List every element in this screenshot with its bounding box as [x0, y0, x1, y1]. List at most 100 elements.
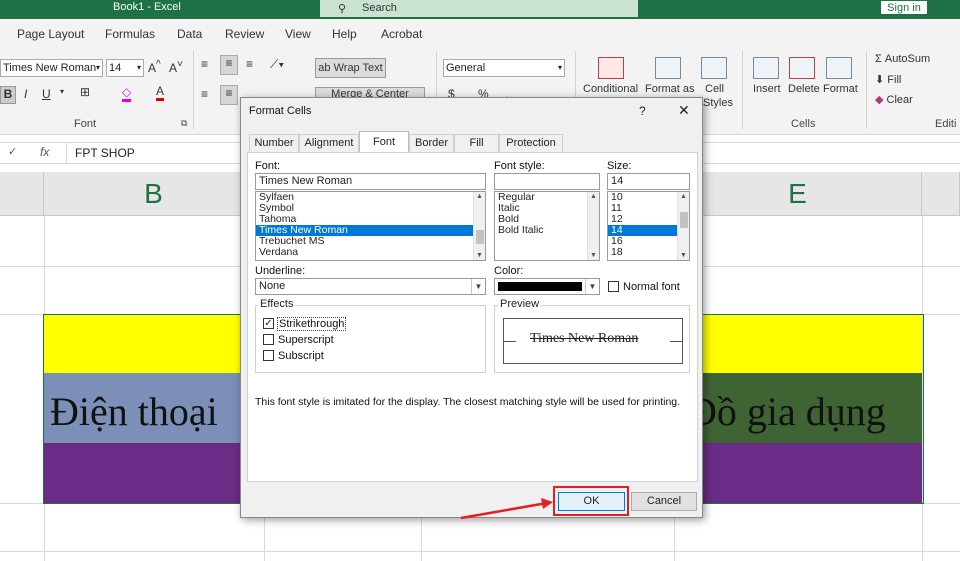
list-item[interactable]: Verdana: [256, 247, 485, 258]
font-name-list[interactable]: Sylfaen Symbol Tahoma Times New Roman Tr…: [255, 191, 486, 261]
font-dialog-launcher-icon[interactable]: ⧉: [181, 118, 187, 129]
strikethrough-label: Strikethrough: [277, 317, 347, 331]
font-note: This font style is imitated for the disp…: [255, 396, 681, 408]
help-icon[interactable]: ?: [639, 104, 646, 118]
color-label: Color:: [494, 265, 524, 277]
tab-protection[interactable]: Protection: [499, 134, 563, 152]
underline-select[interactable]: None ▼: [255, 278, 486, 295]
align-center-icon[interactable]: ≡: [220, 85, 238, 105]
align-bottom-icon[interactable]: ≡: [246, 57, 253, 71]
format-as-table-button[interactable]: Format as: [645, 83, 695, 95]
scroll-down-icon[interactable]: ▼: [476, 252, 483, 259]
chevron-down-icon[interactable]: ▼: [471, 279, 485, 294]
scroll-thumb[interactable]: [476, 230, 484, 244]
font-name-input[interactable]: Times New Roman: [255, 173, 486, 190]
underline-icon[interactable]: U: [42, 87, 51, 101]
close-icon[interactable]: ✕: [678, 102, 690, 119]
cell-do-gia-dung[interactable]: Đồ gia dụng: [688, 388, 886, 435]
color-swatch: [498, 282, 582, 291]
arrow-shaft: [460, 501, 548, 520]
check-icon[interactable]: ✓: [8, 145, 17, 158]
tab-data[interactable]: Data: [177, 27, 202, 41]
align-middle-icon[interactable]: ≡: [220, 55, 238, 75]
insert-icon[interactable]: [753, 57, 779, 79]
cancel-button[interactable]: Cancel: [631, 492, 697, 511]
format-as-table-icon[interactable]: [655, 57, 681, 79]
scroll-down-icon[interactable]: ▼: [680, 252, 687, 259]
tab-acrobat[interactable]: Acrobat: [381, 27, 422, 41]
conditional-formatting-icon[interactable]: [598, 57, 624, 79]
font-color-icon[interactable]: A: [156, 84, 165, 101]
cell-dien-thoai[interactable]: Điện thoại: [50, 388, 218, 435]
column-header-f[interactable]: [922, 172, 960, 216]
grow-font-icon[interactable]: A^: [148, 59, 161, 75]
cell-styles-button[interactable]: Cell: [705, 83, 724, 95]
font-name-select[interactable]: Times New Roman ▾: [0, 59, 103, 77]
font-style-list[interactable]: Regular Italic Bold Bold Italic ▲ ▼: [494, 191, 600, 261]
format-icon[interactable]: [826, 57, 852, 79]
tab-formulas[interactable]: Formulas: [105, 27, 155, 41]
color-select[interactable]: ▼: [494, 278, 600, 295]
fx-icon[interactable]: fx: [40, 145, 49, 159]
wrap-text-icon: ab: [318, 62, 331, 74]
align-left-icon[interactable]: ≡: [201, 87, 208, 101]
preview-text: Times New Roman: [530, 331, 639, 346]
search-box[interactable]: ⚲ Search: [320, 0, 638, 17]
size-list-scrollbar[interactable]: ▲ ▼: [677, 192, 689, 260]
font-size-input[interactable]: 14: [607, 173, 690, 190]
sign-in-button[interactable]: Sign in: [880, 0, 928, 15]
bold-icon[interactable]: B: [0, 86, 16, 104]
clear-button[interactable]: ◆ Clear: [875, 93, 913, 106]
chevron-down-icon[interactable]: ▼: [585, 279, 599, 294]
tab-review[interactable]: Review: [225, 27, 264, 41]
shrink-font-icon[interactable]: A˅: [169, 59, 183, 75]
tab-font[interactable]: Font: [359, 131, 409, 153]
delete-button[interactable]: Delete: [788, 83, 820, 95]
format-button[interactable]: Format: [823, 83, 858, 95]
font-style-input[interactable]: [494, 173, 600, 190]
tab-page-layout[interactable]: Page Layout: [17, 27, 84, 41]
tab-view[interactable]: View: [285, 27, 311, 41]
tab-border[interactable]: Border: [409, 134, 454, 152]
underline-dropdown-icon[interactable]: ▾: [60, 87, 64, 96]
number-format-select[interactable]: General ▾: [443, 59, 565, 77]
font-list-scrollbar[interactable]: ▲ ▼: [473, 192, 485, 260]
column-header-e[interactable]: E: [674, 172, 922, 216]
subscript-checkbox[interactable]: [263, 350, 274, 361]
italic-icon[interactable]: I: [24, 87, 27, 101]
fill-button[interactable]: ⬇ Fill: [875, 73, 901, 86]
tab-fill[interactable]: Fill: [454, 134, 499, 152]
conditional-formatting-button[interactable]: Conditional: [583, 83, 638, 95]
scroll-up-icon[interactable]: ▲: [476, 193, 483, 200]
orientation-icon[interactable]: ⟋▾: [270, 57, 284, 72]
style-list-scrollbar[interactable]: ▲ ▼: [587, 192, 599, 260]
fill-color-icon[interactable]: ◇: [122, 85, 132, 102]
tab-help[interactable]: Help: [332, 27, 357, 41]
tab-number[interactable]: Number: [249, 134, 299, 152]
cell-styles-icon[interactable]: [701, 57, 727, 79]
autosum-label: AutoSum: [884, 53, 931, 65]
scroll-thumb[interactable]: [680, 212, 688, 228]
normal-font-checkbox[interactable]: [608, 281, 619, 292]
ribbon-tabs: Page Layout Formulas Data Review View He…: [0, 19, 960, 47]
font-size-select[interactable]: 14 ▾: [106, 59, 144, 77]
strikethrough-checkbox[interactable]: ✓: [263, 318, 274, 329]
tab-alignment[interactable]: Alignment: [299, 134, 359, 152]
scroll-down-icon[interactable]: ▼: [590, 252, 597, 259]
list-item[interactable]: Bold Italic: [495, 225, 599, 236]
borders-icon[interactable]: ⊞: [80, 85, 90, 99]
font-size-list[interactable]: 10 11 12 14 16 18 ▲ ▼: [607, 191, 690, 261]
column-header-b[interactable]: B: [44, 172, 264, 216]
superscript-checkbox[interactable]: [263, 334, 274, 345]
size-label: Size:: [607, 160, 632, 172]
scroll-up-icon[interactable]: ▲: [680, 193, 687, 200]
delete-icon[interactable]: [789, 57, 815, 79]
wrap-text-button[interactable]: ab Wrap Text: [315, 58, 386, 78]
align-top-icon[interactable]: ≡: [201, 57, 208, 71]
scroll-up-icon[interactable]: ▲: [590, 193, 597, 200]
autosum-button[interactable]: Σ AutoSum: [875, 53, 930, 65]
title-bar: Book1 - Excel ⚲ Search Sign in: [0, 0, 960, 19]
underline-label: Underline:: [255, 265, 306, 277]
dialog-title: Format Cells: [249, 105, 312, 117]
insert-button[interactable]: Insert: [753, 83, 781, 95]
